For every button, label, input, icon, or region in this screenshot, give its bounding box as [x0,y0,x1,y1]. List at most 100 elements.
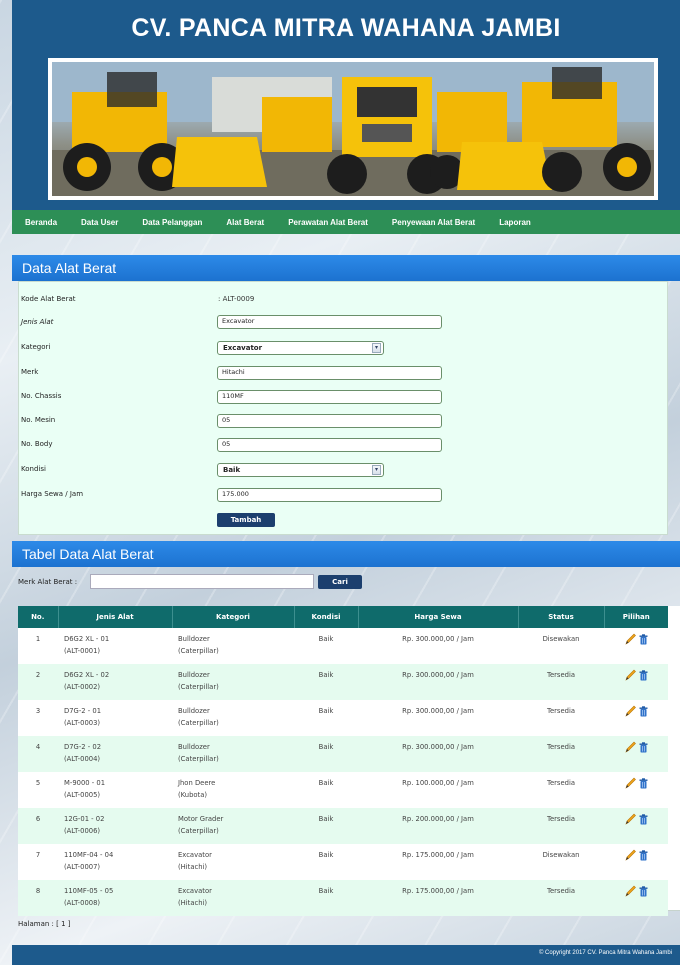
col-harga: Harga Sewa [358,606,519,628]
harga-input[interactable]: 175.000 [217,488,442,502]
edit-icon[interactable] [624,813,636,825]
row-harga: Rp. 175.000,00 / Jam [358,844,518,880]
chevron-down-icon[interactable]: ▾ [372,343,381,353]
merk: (Caterpillar) [178,683,219,691]
kategori: Excavator [178,851,212,859]
nav-laporan[interactable]: Laporan [499,218,531,227]
col-pilihan: Pilihan [604,606,668,628]
kondisi-label: Kondisi [21,465,46,473]
merk-label: Merk [21,368,39,376]
row-no: 2 [18,664,58,700]
row-harga: Rp. 300.000,00 / Jam [358,664,518,700]
row-no: 1 [18,628,58,664]
kode-alat: (ALT-0008) [64,899,101,907]
jenis-alat: D7G-2 - 02 [64,743,102,751]
edit-icon[interactable] [624,633,636,645]
jenis-alat: 12G-01 - 02 [64,815,105,823]
edit-icon[interactable] [624,669,636,681]
delete-icon[interactable] [639,705,648,717]
edit-icon[interactable] [624,705,636,717]
row-kondisi: Baik [294,736,358,772]
search-label: Merk Alat Berat : [18,578,78,586]
row-status: Tersedia [518,700,604,736]
kondisi-select[interactable]: Baik ▾ [217,463,384,477]
row-status: Tersedia [518,808,604,844]
body-input[interactable]: 05 [217,438,442,452]
edit-icon[interactable] [624,849,636,861]
nav-data-user[interactable]: Data User [81,218,118,227]
chevron-down-icon[interactable]: ▾ [372,465,381,475]
delete-icon[interactable] [639,885,648,897]
jenis-label: Jenis Alat [21,318,54,326]
delete-icon[interactable] [639,741,648,753]
col-kondisi: Kondisi [294,606,359,628]
row-harga: Rp. 300.000,00 / Jam [358,736,518,772]
delete-icon[interactable] [639,849,648,861]
table-row: 4 D7G-2 - 02 (ALT-0004) Bulldozer (Caterpill… [18,736,668,772]
kode-alat: (ALT-0005) [64,791,101,799]
nav-penyewaan-alat-berat[interactable]: Penyewaan Alat Berat [392,218,475,227]
copyright-text: © Copyright 2017 CV. Panca Mitra Wahana … [538,950,672,956]
delete-icon[interactable] [639,813,648,825]
row-jenis: 110MF-05 - 05 (ALT-0008) [58,880,172,916]
row-actions [604,700,668,736]
jenis-alat: D6G2 XL - 02 [64,671,110,679]
nav-perawatan-alat-berat[interactable]: Perawatan Alat Berat [288,218,368,227]
nav-data-pelanggan[interactable]: Data Pelanggan [142,218,202,227]
col-jenis: Jenis Alat [58,606,173,628]
chassis-input[interactable]: 110MF [217,390,442,404]
jenis-alat: D7G-2 - 01 [64,707,102,715]
kategori: Bulldozer [178,707,210,715]
row-no: 6 [18,808,58,844]
jenis-alat: D6G2 XL - 01 [64,635,110,643]
row-kategori: Motor Grader (Caterpillar) [172,808,294,844]
cari-button[interactable]: Cari [318,575,362,589]
row-harga: Rp. 300.000,00 / Jam [358,700,518,736]
row-kategori: Bulldozer (Caterpillar) [172,700,294,736]
mesin-input[interactable]: 05 [217,414,442,428]
kode-alat: (ALT-0007) [64,863,101,871]
delete-icon[interactable] [639,633,648,645]
row-kategori: Bulldozer (Caterpillar) [172,736,294,772]
edit-icon[interactable] [624,885,636,897]
kode-alat: (ALT-0003) [64,719,101,727]
kode-alat: (ALT-0002) [64,683,101,691]
kategori-select[interactable]: Excavator ▾ [217,341,384,355]
edit-icon[interactable] [624,777,636,789]
row-no: 7 [18,844,58,880]
row-jenis: 110MF-04 - 04 (ALT-0007) [58,844,172,880]
table-row: 8 110MF-05 - 05 (ALT-0008) Excavator (Hitach… [18,880,668,916]
merk: (Kubota) [178,791,208,799]
row-jenis: D7G-2 - 01 (ALT-0003) [58,700,172,736]
nav-beranda[interactable]: Beranda [25,218,57,227]
table-row: 6 12G-01 - 02 (ALT-0006) Motor Grader (Cater… [18,808,668,844]
row-actions [604,844,668,880]
table-section-header: Tabel Data Alat Berat [12,541,680,567]
data-table: No. Jenis Alat Kategori Kondisi Harga Se… [18,606,668,916]
tambah-button[interactable]: Tambah [217,513,275,527]
jenis-alat-input[interactable]: Excavator [217,315,442,329]
nav-alat-berat[interactable]: Alat Berat [226,218,264,227]
edit-icon[interactable] [624,741,636,753]
search-input[interactable] [90,574,314,589]
kode-alat: (ALT-0001) [64,647,101,655]
delete-icon[interactable] [639,777,648,789]
row-no: 5 [18,772,58,808]
pagination: Halaman : [ 1 ] [18,920,71,928]
row-jenis: 12G-01 - 02 (ALT-0006) [58,808,172,844]
site-title: CV. PANCA MITRA WAHANA JAMBI [131,14,561,42]
kondisi-selected: Baik [223,466,241,474]
delete-icon[interactable] [639,669,648,681]
row-harga: Rp. 175.000,00 / Jam [358,880,518,916]
merk: (Hitachi) [178,863,208,871]
merk: (Caterpillar) [178,755,219,763]
chassis-label: No. Chassis [21,392,62,400]
row-kondisi: Baik [294,664,358,700]
row-kondisi: Baik [294,772,358,808]
merk: (Caterpillar) [178,719,219,727]
merk-input[interactable]: Hitachi [217,366,442,380]
row-status: Tersedia [518,880,604,916]
table-row: 5 M-9000 - 01 (ALT-0005) Jhon Deere (Kubota)… [18,772,668,808]
row-actions [604,736,668,772]
row-status: Tersedia [518,736,604,772]
